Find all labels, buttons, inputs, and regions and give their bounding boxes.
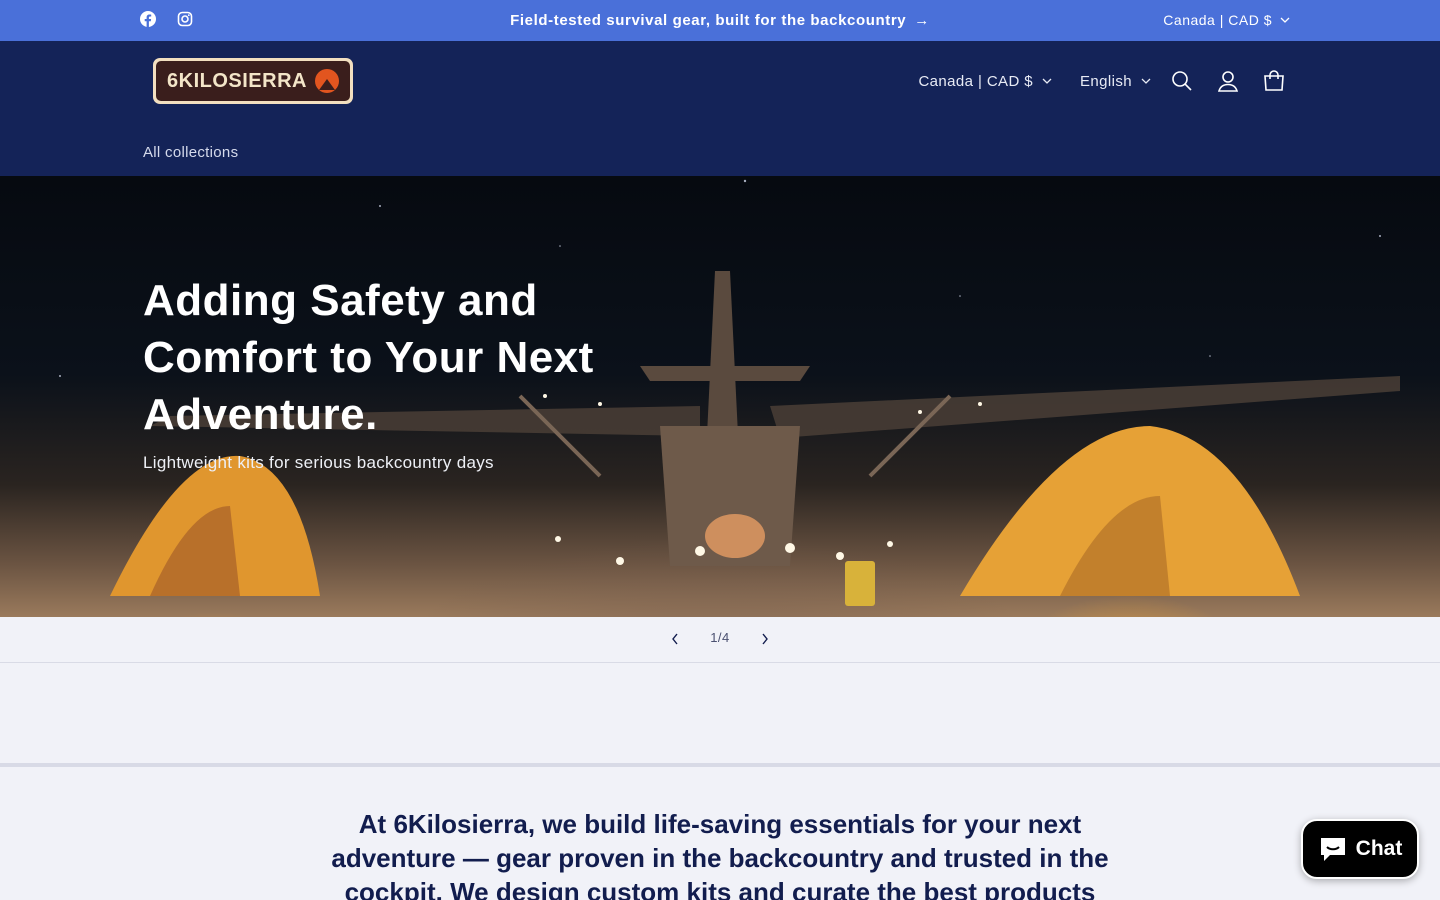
announcement-bar: Field-tested survival gear, built for th… <box>0 0 1440 41</box>
account-button[interactable] <box>1205 63 1251 99</box>
search-icon <box>1172 71 1192 91</box>
arrow-right-icon: → <box>914 12 930 29</box>
chat-button[interactable]: Chat <box>1301 819 1419 879</box>
search-button[interactable] <box>1159 63 1205 99</box>
hero-banner: Adding Safety and Comfort to Your Next A… <box>0 176 1440 617</box>
chat-bubble-icon <box>1320 838 1345 861</box>
slide-counter: 1/4 <box>710 630 730 645</box>
header-actions: Canada | CAD $ English <box>918 63 1297 99</box>
slideshow-controls: 1/4 <box>0 617 1440 663</box>
chevron-right-icon <box>762 633 768 645</box>
cart-icon <box>1264 70 1284 91</box>
store-logo[interactable]: 6KILOSIERRA <box>153 58 353 104</box>
about-text: At 6Kilosierra, we build life-saving ess… <box>331 809 1109 900</box>
cart-button[interactable] <box>1251 63 1297 99</box>
chevron-down-icon <box>1141 78 1151 84</box>
language-selector[interactable]: English <box>1080 73 1151 90</box>
logo-text: 6KILOSIERRA <box>167 69 307 92</box>
hero-heading: Adding Safety and Comfort to Your Next A… <box>143 276 594 439</box>
chat-label: Chat <box>1355 837 1403 860</box>
announcement-text: Field-tested survival gear, built for th… <box>510 12 907 29</box>
site-header: 6KILOSIERRA Canada | CAD $ English All c… <box>0 41 1440 176</box>
chevron-down-icon <box>1280 17 1290 23</box>
country-selector[interactable]: Canada | CAD $ <box>918 73 1052 90</box>
country-selector-label: Canada | CAD $ <box>918 72 1033 90</box>
slide-next-button[interactable] <box>755 629 775 649</box>
announcement-locale-selector[interactable]: Canada | CAD $ <box>1163 12 1290 28</box>
chevron-down-icon <box>1042 78 1052 84</box>
account-icon <box>1217 71 1239 92</box>
section-divider <box>0 763 1440 767</box>
hero-subheading: Lightweight kits for serious backcountry… <box>143 453 494 472</box>
announcement-locale-label: Canada | CAD $ <box>1163 12 1272 28</box>
nav-link-all-collections[interactable]: All collections <box>143 144 238 161</box>
mountain-logo-icon <box>314 69 339 93</box>
language-selector-label: English <box>1080 72 1132 90</box>
